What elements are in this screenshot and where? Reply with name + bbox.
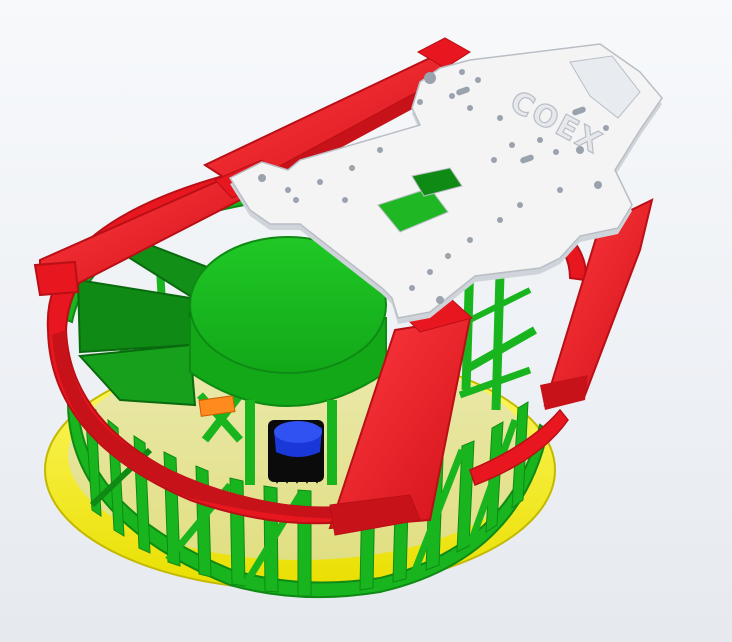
fan-blade [76,278,191,354]
fan-blade [77,343,197,407]
motor [268,420,324,484]
cad-viewport[interactable]: COEX [0,0,732,642]
3d-model-render[interactable]: COEX [0,0,732,642]
